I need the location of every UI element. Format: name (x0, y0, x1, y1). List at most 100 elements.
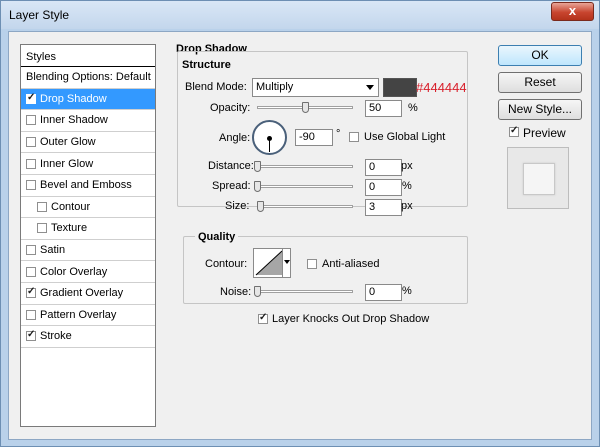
opacity-unit: % (408, 102, 418, 114)
blending-options-label: Blending Options: Default (26, 71, 151, 84)
noise-unit: % (402, 285, 412, 297)
style-item-label: Drop Shadow (40, 92, 107, 105)
style-checkbox[interactable] (26, 180, 36, 191)
anti-aliased-label[interactable]: Anti-aliased (322, 258, 379, 270)
distance-label: Distance: (208, 160, 254, 172)
angle-center-dot (267, 136, 272, 141)
style-item-texture[interactable]: Texture (21, 218, 155, 240)
preview-checkbox[interactable] (509, 125, 519, 137)
style-checkbox[interactable] (26, 92, 36, 104)
size-slider[interactable] (257, 205, 353, 208)
style-item-outer-glow[interactable]: Outer Glow (21, 132, 155, 154)
title-bar[interactable]: Layer Style x (1, 1, 599, 29)
spread-input[interactable]: 0 (365, 179, 402, 196)
anti-aliased-checkbox[interactable] (307, 259, 317, 269)
chevron-down-icon (366, 85, 374, 90)
style-checkbox[interactable] (37, 223, 47, 234)
style-item-color-overlay[interactable]: Color Overlay (21, 261, 155, 283)
size-unit: px (401, 200, 413, 212)
style-item-gradient-overlay[interactable]: Gradient Overlay (21, 283, 155, 305)
noise-slider[interactable] (257, 290, 353, 293)
layer-style-window: Layer Style x Styles Blending Options: D… (0, 0, 600, 447)
ok-label: OK (531, 48, 549, 62)
opacity-input[interactable]: 50 (365, 100, 402, 117)
opacity-value: 50 (369, 102, 382, 114)
size-input[interactable]: 3 (365, 199, 402, 216)
styles-header[interactable]: Styles (21, 45, 155, 67)
style-checkbox[interactable] (26, 245, 36, 256)
distance-unit: px (401, 160, 413, 172)
style-item-bevel-and-emboss[interactable]: Bevel and Emboss (21, 175, 155, 197)
blend-mode-select[interactable]: Multiply (252, 78, 379, 97)
preview-swatch (523, 163, 555, 195)
opacity-label: Opacity: (210, 102, 251, 114)
quality-title: Quality (195, 231, 239, 243)
preview-label[interactable]: Preview (523, 126, 566, 140)
close-button[interactable]: x (551, 2, 594, 21)
use-global-light-checkbox[interactable] (349, 132, 359, 142)
style-checkbox[interactable] (26, 266, 36, 277)
style-checkbox[interactable] (26, 309, 36, 320)
reset-button[interactable]: Reset (498, 72, 582, 93)
blending-options-item[interactable]: Blending Options: Default (21, 67, 155, 89)
style-item-drop-shadow[interactable]: Drop Shadow (21, 88, 155, 111)
spread-slider-thumb[interactable] (254, 181, 261, 192)
style-item-label: Contour (51, 200, 91, 213)
style-item-stroke[interactable]: Stroke (21, 326, 155, 348)
angle-dial[interactable] (252, 120, 287, 155)
distance-slider[interactable] (257, 165, 353, 168)
angle-input[interactable]: -90 (295, 129, 333, 146)
style-checkbox[interactable] (26, 158, 36, 169)
style-item-inner-glow[interactable]: Inner Glow (21, 153, 155, 175)
angle-value: -90 (299, 131, 315, 143)
distance-slider-thumb[interactable] (254, 161, 261, 172)
shadow-color-swatch[interactable] (383, 78, 417, 97)
spread-slider[interactable] (257, 185, 353, 188)
style-item-inner-shadow[interactable]: Inner Shadow (21, 110, 155, 132)
style-checkbox[interactable] (26, 137, 36, 148)
distance-value: 0 (369, 161, 376, 173)
ok-button[interactable]: OK (498, 45, 582, 66)
use-global-light-label[interactable]: Use Global Light (364, 131, 445, 143)
contour-picker[interactable] (253, 248, 291, 278)
style-checkbox[interactable] (26, 329, 36, 342)
angle-label: Angle: (219, 132, 251, 144)
angle-unit: ° (336, 128, 341, 140)
new-style-button[interactable]: New Style... (498, 99, 582, 120)
blend-mode-label: Blend Mode: (185, 81, 247, 93)
contour-dropdown[interactable] (282, 249, 290, 277)
shadow-color-hex: #444444 (416, 80, 467, 95)
style-checkbox[interactable] (26, 115, 36, 126)
style-checkbox[interactable] (37, 201, 47, 212)
knockout-checkbox[interactable] (258, 312, 268, 324)
style-item-pattern-overlay[interactable]: Pattern Overlay (21, 305, 155, 327)
blend-mode-value: Multiply (256, 81, 294, 93)
style-item-label: Outer Glow (40, 136, 96, 149)
style-item-label: Inner Shadow (40, 114, 108, 127)
knockout-label[interactable]: Layer Knocks Out Drop Shadow (272, 313, 429, 325)
size-slider-thumb[interactable] (257, 201, 264, 212)
style-item-label: Pattern Overlay (40, 308, 117, 321)
window-title: Layer Style (9, 8, 70, 22)
noise-input[interactable]: 0 (365, 284, 402, 301)
contour-label: Contour: (205, 258, 248, 270)
noise-value: 0 (369, 286, 376, 298)
reset-label: Reset (524, 75, 556, 89)
new-style-label: New Style... (507, 102, 573, 116)
style-item-label: Texture (51, 222, 88, 235)
size-value: 3 (369, 201, 376, 213)
style-item-label: Color Overlay (40, 265, 108, 278)
opacity-slider-thumb[interactable] (302, 102, 309, 113)
style-item-label: Inner Glow (40, 157, 94, 170)
style-item-contour[interactable]: Contour (21, 197, 155, 219)
distance-input[interactable]: 0 (365, 159, 402, 176)
style-item-label: Gradient Overlay (40, 287, 124, 300)
preview-thumbnail (507, 147, 569, 209)
noise-label: Noise: (220, 286, 252, 298)
spread-label: Spread: (212, 180, 251, 192)
style-item-label: Bevel and Emboss (40, 179, 132, 192)
noise-slider-thumb[interactable] (254, 286, 261, 297)
close-icon: x (568, 3, 577, 18)
style-item-satin[interactable]: Satin (21, 240, 155, 262)
style-checkbox[interactable] (26, 286, 36, 299)
